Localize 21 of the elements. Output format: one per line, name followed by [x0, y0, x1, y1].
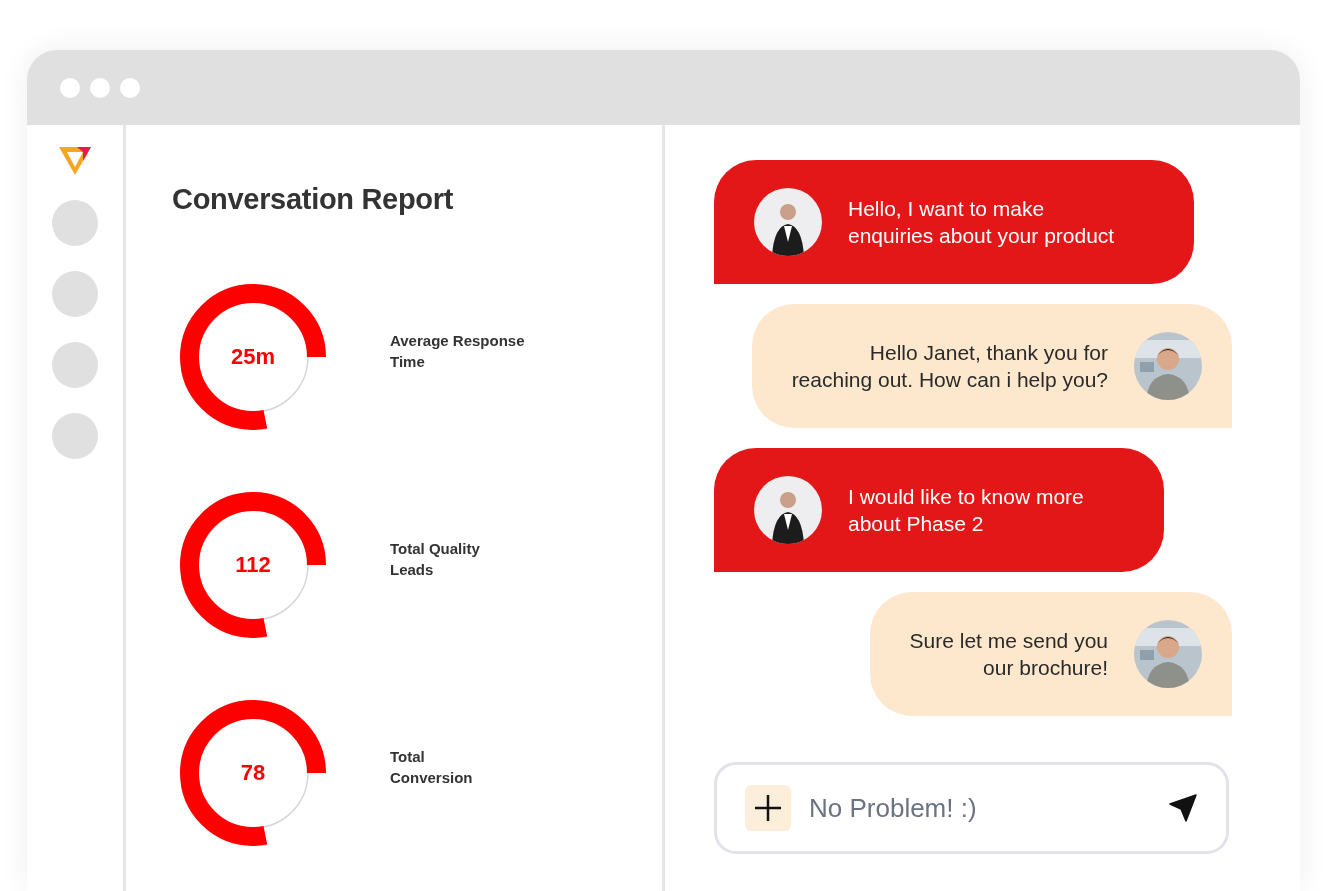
report-title: Conversation Report [172, 183, 455, 216]
send-button[interactable] [1169, 794, 1197, 822]
sidebar-item[interactable] [52, 413, 98, 459]
window-dot[interactable] [60, 77, 80, 98]
message-text: Sure let me send you our brochure! [909, 628, 1108, 681]
plus-icon [754, 794, 782, 822]
send-icon [1169, 794, 1197, 822]
sidebar-item[interactable] [52, 271, 98, 317]
metric-label: Average Response Time [390, 331, 525, 372]
sidebar-item[interactable] [52, 342, 98, 388]
logo-icon [59, 147, 91, 175]
message-text: I would like to know more about Phase 2 [848, 484, 1084, 537]
message-text: Hello, I want to make enquiries about your product [848, 196, 1115, 249]
metric-label: Total Conversion [390, 747, 473, 788]
sidebar-item[interactable] [52, 200, 98, 246]
message-field[interactable]: No Problem! :) [714, 762, 1229, 854]
metric-label: Total Quality Leads [390, 539, 480, 580]
message-text: Hello Janet, thank you for reaching out. How can i help you? [791, 340, 1108, 393]
add-button[interactable] [745, 785, 791, 831]
window-dot[interactable] [120, 77, 140, 98]
window-dot[interactable] [90, 77, 110, 98]
